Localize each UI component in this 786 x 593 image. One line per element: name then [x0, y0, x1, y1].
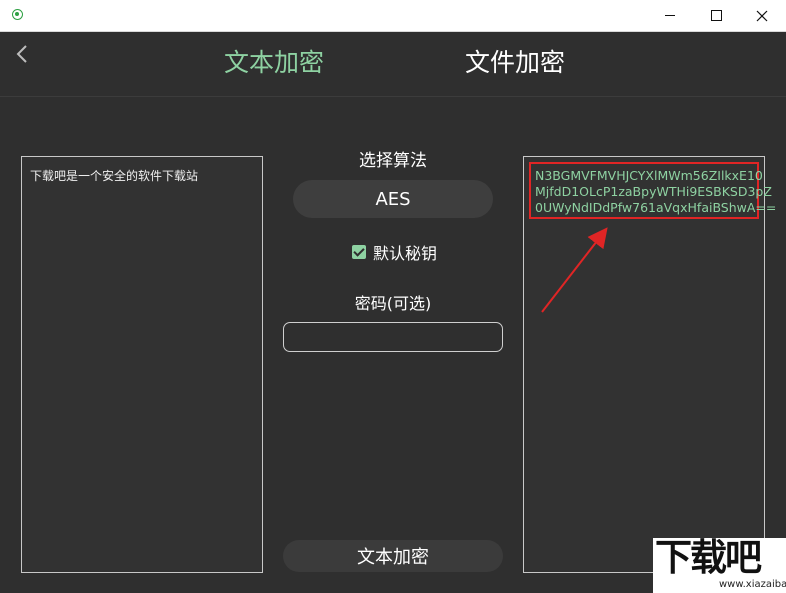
- algorithm-select[interactable]: AES: [293, 180, 493, 218]
- default-key-toggle[interactable]: 默认秘钥: [352, 240, 437, 264]
- chevron-left-icon[interactable]: [13, 44, 33, 64]
- default-key-label: 默认秘钥: [373, 244, 438, 263]
- output-line: N3BGMVFMVHJCYXlMWm56ZIlkxE10: [535, 168, 763, 183]
- watermark-url: www.xiazaiba.com: [719, 579, 786, 590]
- app-eye-icon: [12, 9, 23, 20]
- output-text-area[interactable]: N3BGMVFMVHJCYXlMWm56ZIlkxE10 MjfdD1OLcP1…: [523, 156, 776, 573]
- input-text-area[interactable]: 下载吧是一个安全的软件下载站: [21, 156, 263, 573]
- encrypt-button[interactable]: 文本加密: [283, 540, 503, 572]
- password-input[interactable]: [283, 322, 503, 352]
- password-label: 密码(可选): [354, 294, 432, 313]
- algorithm-value: AES: [375, 188, 411, 210]
- minimize-button[interactable]: [647, 0, 693, 31]
- tab-text-encrypt[interactable]: 文本加密: [224, 46, 324, 80]
- main-area: 文本加密 文件加密 下载吧是一个安全的软件下载站 选择算法 AES 默认秘钥 密…: [0, 32, 786, 593]
- highlight-box: N3BGMVFMVHJCYXlMWm56ZIlkxE10 MjfdD1OLcP1…: [529, 162, 776, 219]
- input-text: 下载吧是一个安全的软件下载站: [30, 169, 199, 183]
- output-line: MjfdD1OLcP1zaBpyWTHi9ESBKSD3pZ: [535, 184, 772, 199]
- minimize-icon: [665, 15, 675, 16]
- algorithm-label: 选择算法: [359, 151, 427, 171]
- close-button[interactable]: [739, 0, 785, 31]
- header-divider: [0, 96, 786, 97]
- close-icon: [756, 10, 768, 21]
- watermark: 下载吧 www.xiazaiba.com: [653, 538, 786, 593]
- maximize-icon: [710, 10, 722, 21]
- title-bar: [0, 0, 786, 32]
- output-text[interactable]: N3BGMVFMVHJCYXlMWm56ZIlkxE10 MjfdD1OLcP1…: [535, 168, 776, 216]
- output-line: 0UWyNdIDdPfw761aVqxHfaiBShwA==: [535, 200, 777, 215]
- maximize-button[interactable]: [693, 0, 739, 31]
- encrypt-button-label: 文本加密: [357, 547, 429, 568]
- watermark-logo: 下载吧: [655, 536, 762, 579]
- tab-file-encrypt[interactable]: 文件加密: [465, 46, 565, 80]
- checkbox-checked-icon[interactable]: [352, 245, 366, 259]
